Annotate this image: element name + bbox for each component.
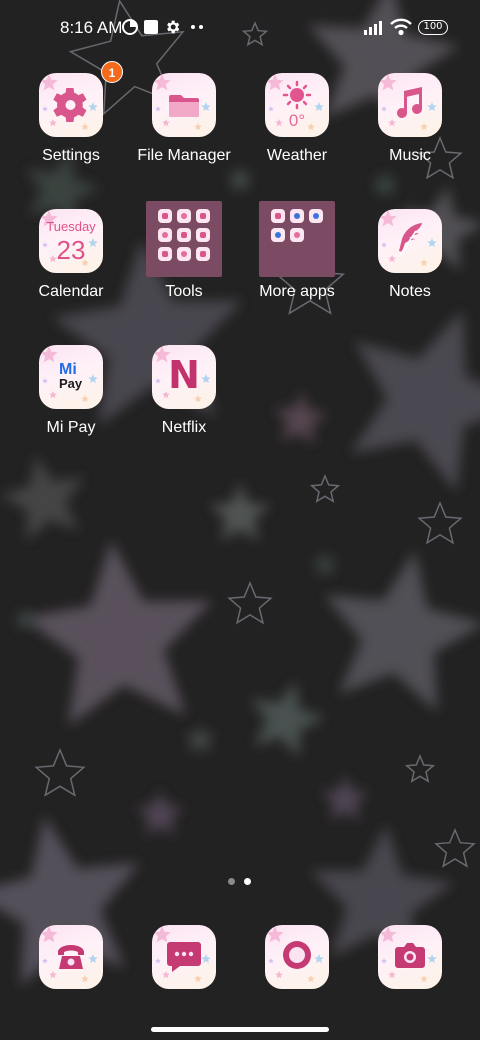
phone-icon [58,945,84,969]
app-label: Music [389,147,431,164]
app-label: Calendar [38,283,104,300]
app-notes[interactable]: Notes [350,209,470,319]
gear-icon [167,20,180,34]
app-label: More apps [259,283,335,300]
mini-app-icon [158,209,172,223]
status-time: 8:16 AM [60,18,123,37]
app-label: Notes [389,283,431,300]
mini-app-icon [196,247,210,261]
folder-tools[interactable]: Tools [124,201,244,319]
netflix-icon[interactable]: N [152,345,216,409]
app-netflix[interactable]: N Netflix [124,345,244,455]
mini-app-icon [271,209,285,223]
weather-app-icon[interactable]: 0° [265,73,329,137]
app-label: Mi Pay [46,419,96,436]
mi-pay-logo: Mi Pay [59,361,89,391]
notes-app-icon[interactable] [378,209,442,273]
mini-app-icon [196,228,210,242]
weather-temperature: 0° [288,111,306,130]
mini-app-icon [196,209,210,223]
feather-icon [399,223,422,256]
mini-app-icon [177,228,191,242]
square-notification-icon [144,20,158,34]
mini-app-icon [177,209,191,223]
camera-app-icon[interactable] [378,925,442,989]
signal-icon [364,21,382,35]
folder-grid-icon[interactable] [146,201,222,277]
calendar-app-icon[interactable]: Tuesday 23 [39,209,103,273]
home-gesture-bar[interactable] [151,1027,329,1032]
dock-messages[interactable] [124,925,244,1035]
app-mi-pay[interactable]: Mi Pay Mi Pay [11,345,131,455]
dock-browser[interactable] [237,925,357,1035]
status-bar: 8:16 AM 100 [0,0,480,56]
battery-icon: 100 [418,20,448,35]
app-weather[interactable]: 0° Weather [237,73,357,183]
notification-badge: 1 [101,61,123,83]
app-label: Tools [165,283,203,300]
folder-more-apps[interactable]: More apps [237,201,357,319]
music-app-icon[interactable] [378,73,442,137]
mini-app-icon [158,228,172,242]
more-dots-icon [191,25,203,29]
app-label: Netflix [161,419,207,436]
phone-app-icon[interactable] [39,925,103,989]
calendar-date: 23 [56,235,86,265]
settings-app-icon[interactable] [39,73,103,137]
mi-pay-pay-text: Pay [59,376,83,391]
app-label: Weather [266,147,328,164]
gear-icon [53,88,87,122]
mini-app-icon [290,228,304,242]
dock-camera[interactable] [350,925,470,1035]
camera-icon [395,943,425,968]
app-label: File Manager [137,147,231,164]
wifi-icon [390,18,412,36]
file-manager-app-icon[interactable] [152,73,216,137]
app-calendar[interactable]: Tuesday 23 Calendar [11,209,131,319]
page-dot-1[interactable] [228,878,235,885]
mini-app-icon [271,228,285,242]
page-dot-2[interactable] [244,878,251,885]
mini-app-icon [158,247,172,261]
mini-app-icon [177,247,191,261]
calendar-weekday: Tuesday [46,219,96,234]
dock-phone[interactable] [11,925,131,1035]
music-note-icon [397,87,422,118]
app-file-manager[interactable]: File Manager [124,73,244,183]
app-settings[interactable]: 1 Settings [11,61,131,183]
mi-pay-icon[interactable]: Mi Pay [39,345,103,409]
app-music[interactable]: Music [350,73,470,183]
chat-bubble-icon [167,942,201,972]
folder-grid-icon[interactable] [259,201,335,277]
app-label: Settings [42,147,100,164]
browser-app-icon[interactable] [265,925,329,989]
mi-pay-mi-text: Mi [59,361,77,378]
ring-icon [283,941,311,969]
netflix-letter: N [168,353,200,397]
notification-app-icon [122,19,138,35]
mini-app-icon [290,209,304,223]
mini-app-icon [309,209,323,223]
messages-app-icon[interactable] [152,925,216,989]
folder-icon [169,95,199,117]
